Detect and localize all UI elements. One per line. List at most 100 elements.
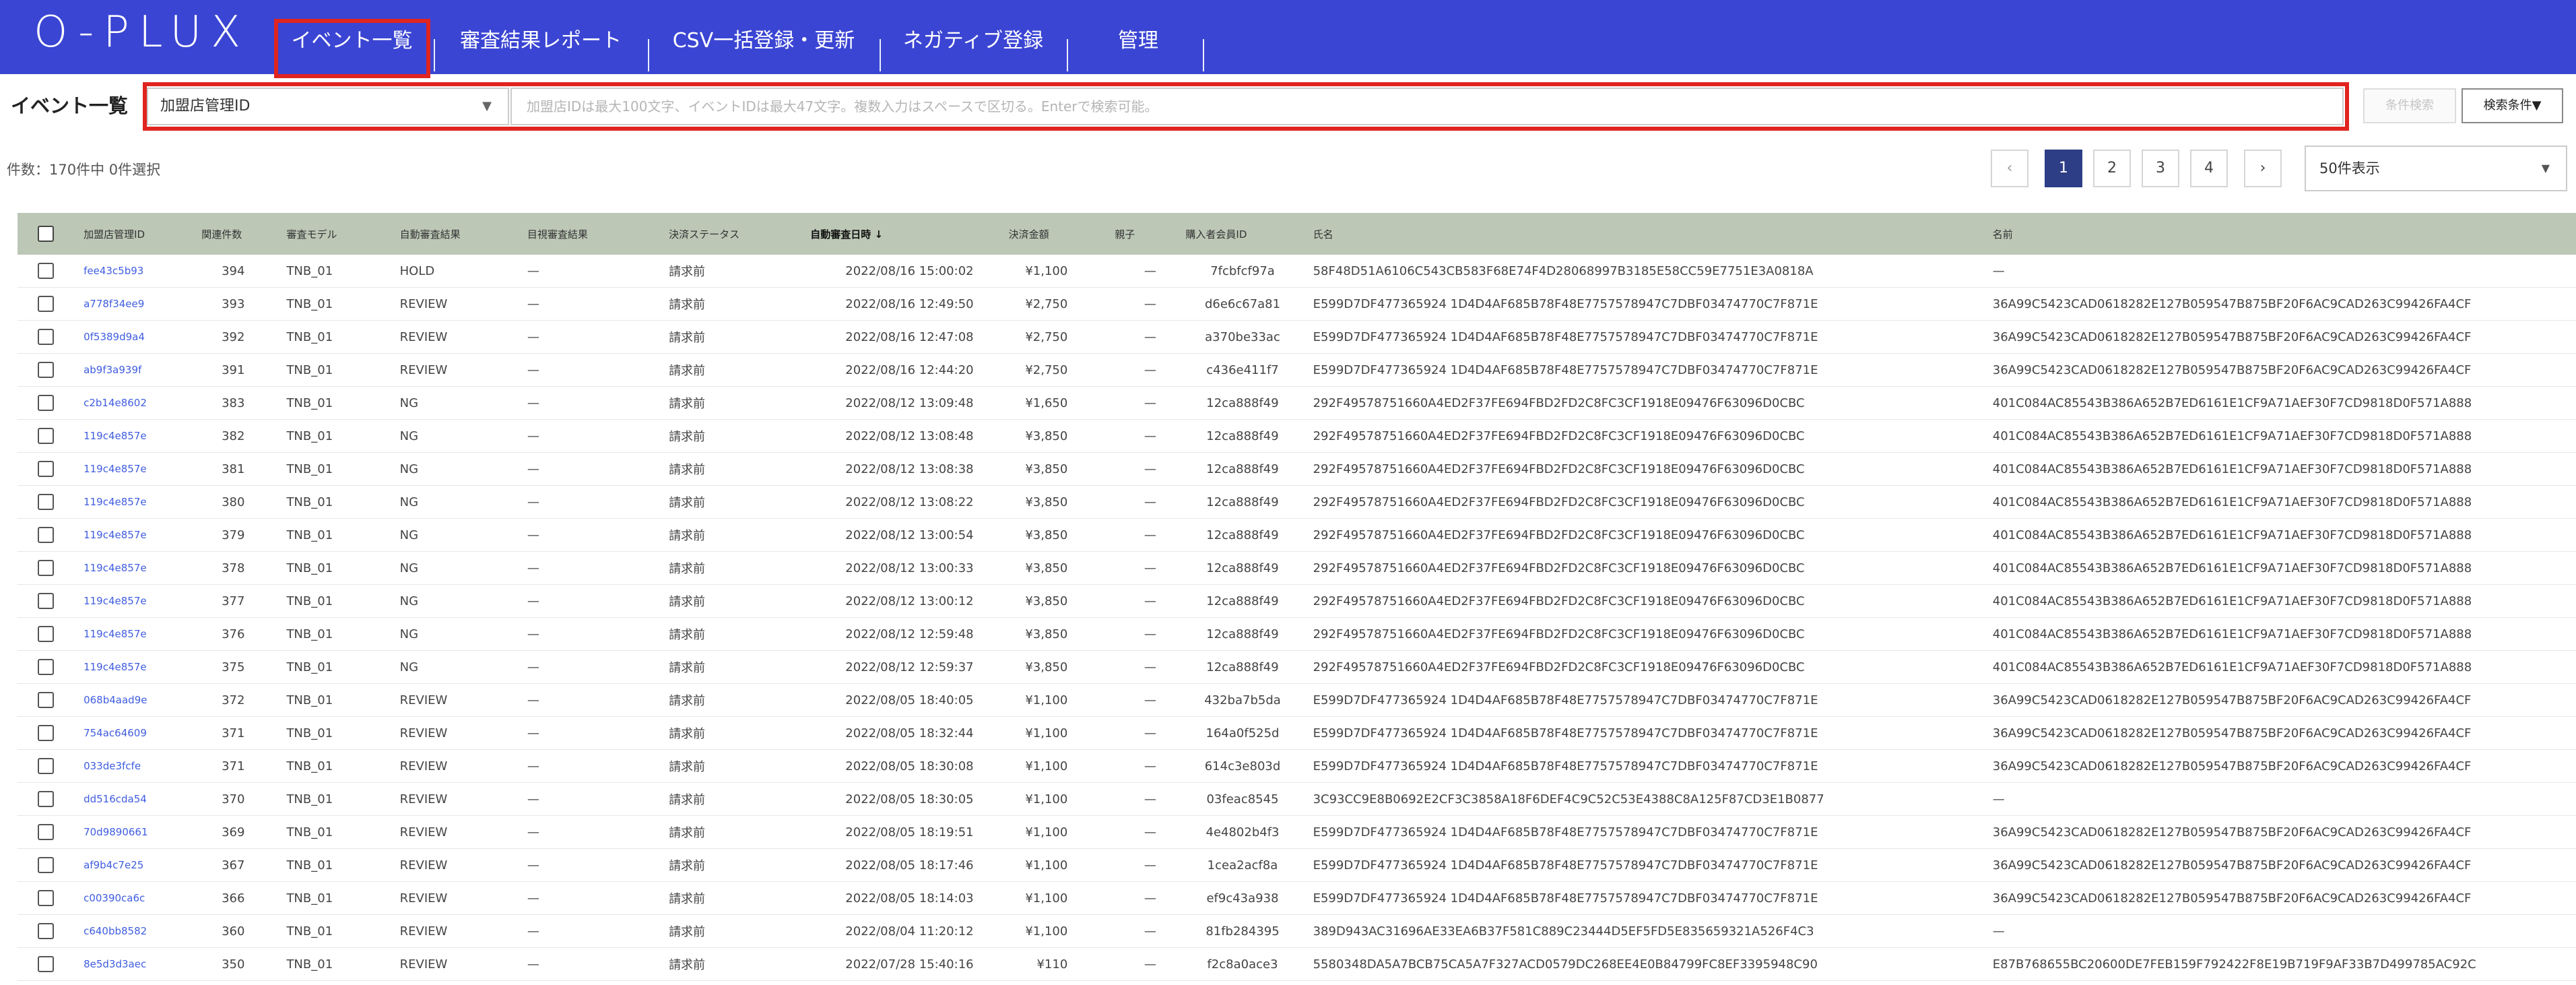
row-checkbox[interactable] [38, 758, 55, 774]
merchant-id-link[interactable]: 119c4e857e [74, 485, 202, 519]
merchant-id-link[interactable]: ab9f3a939f [74, 353, 202, 387]
column-header[interactable]: 関連件数 [201, 213, 287, 255]
merchant-id-link[interactable]: 119c4e857e [74, 650, 202, 684]
column-header[interactable]: 審査モデル [286, 213, 400, 255]
merchant-id-link[interactable]: c00390ca6c [74, 881, 202, 915]
merchant-id-link[interactable]: 119c4e857e [74, 419, 202, 453]
merchant-id-link[interactable]: 8e5d3d3aec [74, 947, 202, 981]
column-header[interactable]: 親子 [1115, 213, 1186, 255]
prev-page-button[interactable]: ‹ [1991, 150, 2028, 187]
row-checkbox[interactable] [38, 296, 55, 312]
auto-result: NG [399, 485, 527, 519]
table-row[interactable]: dd516cda54 370 TNB_01 REVIEW — 請求前 2022/08/05 … [18, 782, 2576, 816]
full-name: 292F49578751660A4ED2F37FE694FBD2FD2C8FC3… [1313, 386, 1993, 420]
merchant-id-link[interactable]: 754ac64609 [74, 716, 202, 750]
table-row[interactable]: 119c4e857e 380 TNB_01 NG — 請求前 2022/08/12 13:0… [18, 485, 2576, 519]
table-row[interactable]: 754ac64609 371 TNB_01 REVIEW — 請求前 2022/08/05 … [18, 716, 2576, 750]
table-row[interactable]: 119c4e857e 382 TNB_01 NG — 請求前 2022/08/12 13:0… [18, 419, 2576, 453]
row-checkbox[interactable] [38, 428, 55, 444]
column-header-sorted[interactable]: 自動審査日時 ↓ [810, 213, 1009, 255]
nav-tab-admin[interactable]: 管理 [1072, 20, 1204, 74]
row-checkbox[interactable] [38, 692, 55, 708]
row-checkbox[interactable] [38, 560, 55, 576]
page-button-4[interactable]: 4 [2190, 150, 2228, 187]
row-checkbox[interactable] [38, 659, 55, 675]
page-button-2[interactable]: 2 [2093, 150, 2131, 187]
table-row[interactable]: 068b4aad9e 372 TNB_01 REVIEW — 請求前 2022/08/05 … [18, 683, 2576, 717]
page-button-3[interactable]: 3 [2142, 150, 2179, 187]
row-checkbox[interactable] [38, 791, 55, 807]
table-row[interactable]: c00390ca6c 366 TNB_01 REVIEW — 請求前 2022/08/05 … [18, 881, 2576, 915]
table-row[interactable]: a778f34ee9 393 TNB_01 REVIEW — 請求前 2022/08/16 … [18, 287, 2576, 321]
row-checkbox[interactable] [38, 362, 55, 378]
merchant-id-link[interactable]: 033de3fcfe [74, 749, 202, 783]
table-row[interactable]: c2b14e8602 383 TNB_01 NG — 請求前 2022/08/12 13:0… [18, 386, 2576, 420]
table-row[interactable]: fee43c5b93 394 TNB_01 HOLD — 請求前 2022/08/16 15… [18, 255, 2576, 288]
merchant-id-link[interactable]: 119c4e857e [74, 617, 202, 651]
column-header[interactable]: 決済金額 [1008, 213, 1115, 255]
search-button[interactable]: 条件検索 [2363, 88, 2456, 123]
related-count: 380 [201, 485, 287, 519]
table-row[interactable]: af9b4c7e25 367 TNB_01 REVIEW — 請求前 2022/08/05 … [18, 848, 2576, 882]
nav-tab-csv-bulk[interactable]: CSV一括登録・更新 [653, 20, 874, 74]
column-header[interactable]: 自動審査結果 [399, 213, 527, 255]
table-row[interactable]: 119c4e857e 379 TNB_01 NG — 請求前 2022/08/12 13:0… [18, 518, 2576, 552]
merchant-id-link[interactable]: 119c4e857e [74, 584, 202, 618]
highlight-box-search [143, 82, 2349, 131]
merchant-id-link[interactable]: c2b14e8602 [74, 386, 202, 420]
column-header[interactable]: 決済ステータス [669, 213, 811, 255]
row-checkbox[interactable] [38, 263, 55, 279]
merchant-id-link[interactable]: c640bb8582 [74, 914, 202, 948]
row-checkbox[interactable] [38, 890, 55, 906]
page-button-1[interactable]: 1 [2045, 150, 2082, 187]
table-row[interactable]: 119c4e857e 377 TNB_01 NG — 請求前 2022/08/12 13:0… [18, 584, 2576, 618]
merchant-id-link[interactable]: 068b4aad9e [74, 683, 202, 717]
table-row[interactable]: 70d9890661 369 TNB_01 REVIEW — 請求前 2022/08/05 … [18, 815, 2576, 849]
row-checkbox[interactable] [38, 329, 55, 345]
row-checkbox[interactable] [38, 824, 55, 840]
merchant-id-link[interactable]: 0f5389d9a4 [74, 320, 202, 354]
column-header[interactable]: 氏名 [1313, 213, 1993, 255]
merchant-id-link[interactable]: 119c4e857e [74, 551, 202, 585]
merchant-id-link[interactable]: 70d9890661 [74, 815, 202, 849]
column-header[interactable]: 加盟店管理ID [74, 213, 202, 255]
row-checkbox[interactable] [38, 857, 55, 873]
merchant-id-link[interactable]: a778f34ee9 [74, 287, 202, 321]
row-checkbox[interactable] [38, 593, 55, 609]
row-checkbox[interactable] [38, 626, 55, 642]
table-row[interactable]: 119c4e857e 376 TNB_01 NG — 請求前 2022/08/12 12:5… [18, 617, 2576, 651]
column-header[interactable]: 名前 [1992, 213, 2576, 255]
table-row[interactable]: 119c4e857e 381 TNB_01 NG — 請求前 2022/08/12 13:0… [18, 452, 2576, 486]
table-row[interactable]: 8e5d3d3aec 350 TNB_01 REVIEW — 請求前 2022/07/28 … [18, 947, 2576, 981]
merchant-id-link[interactable]: 119c4e857e [74, 452, 202, 486]
payment-status: 請求前 [669, 848, 811, 882]
nav-tab-review-report[interactable]: 審査結果レポート [439, 20, 642, 74]
nav-tab-negative-register[interactable]: ネガティブ登録 [885, 20, 1061, 74]
table-row[interactable]: c640bb8582 360 TNB_01 REVIEW — 請求前 2022/08/04 … [18, 914, 2576, 948]
payment-status: 請求前 [669, 518, 811, 552]
row-checkbox[interactable] [38, 461, 55, 477]
row-checkbox[interactable] [38, 527, 55, 543]
table-row[interactable]: ab9f3a939f 391 TNB_01 REVIEW — 請求前 2022/08/16 … [18, 353, 2576, 387]
row-checkbox[interactable] [38, 923, 55, 939]
app-logo[interactable]: O-PLUX [34, 8, 250, 57]
merchant-id-link[interactable]: af9b4c7e25 [74, 848, 202, 882]
per-page-select[interactable]: 50件表示 ▼ [2305, 146, 2567, 191]
search-conditions-button[interactable]: 検索条件▼ [2462, 88, 2563, 123]
row-checkbox[interactable] [38, 725, 55, 741]
table-row[interactable]: 033de3fcfe 371 TNB_01 REVIEW — 請求前 2022/08/05 … [18, 749, 2576, 783]
merchant-id-link[interactable]: dd516cda54 [74, 782, 202, 816]
column-header[interactable]: 購入者会員ID [1185, 213, 1313, 255]
merchant-id-link[interactable]: fee43c5b93 [74, 255, 202, 288]
row-checkbox[interactable] [38, 956, 55, 972]
table-row[interactable]: 0f5389d9a4 392 TNB_01 REVIEW — 請求前 2022/08/16 … [18, 320, 2576, 354]
select-all-checkbox[interactable] [38, 226, 55, 242]
table-row[interactable]: 119c4e857e 378 TNB_01 NG — 請求前 2022/08/12 13:0… [18, 551, 2576, 585]
row-checkbox[interactable] [38, 395, 55, 411]
name: 401C084AC85543B386A652B7ED6161E1CF9A71AE… [1992, 485, 2576, 519]
column-header[interactable]: 目視審査結果 [527, 213, 669, 255]
merchant-id-link[interactable]: 119c4e857e [74, 518, 202, 552]
next-page-button[interactable]: › [2244, 150, 2282, 187]
row-checkbox[interactable] [38, 494, 55, 510]
table-row[interactable]: 119c4e857e 375 TNB_01 NG — 請求前 2022/08/12 12:5… [18, 650, 2576, 684]
